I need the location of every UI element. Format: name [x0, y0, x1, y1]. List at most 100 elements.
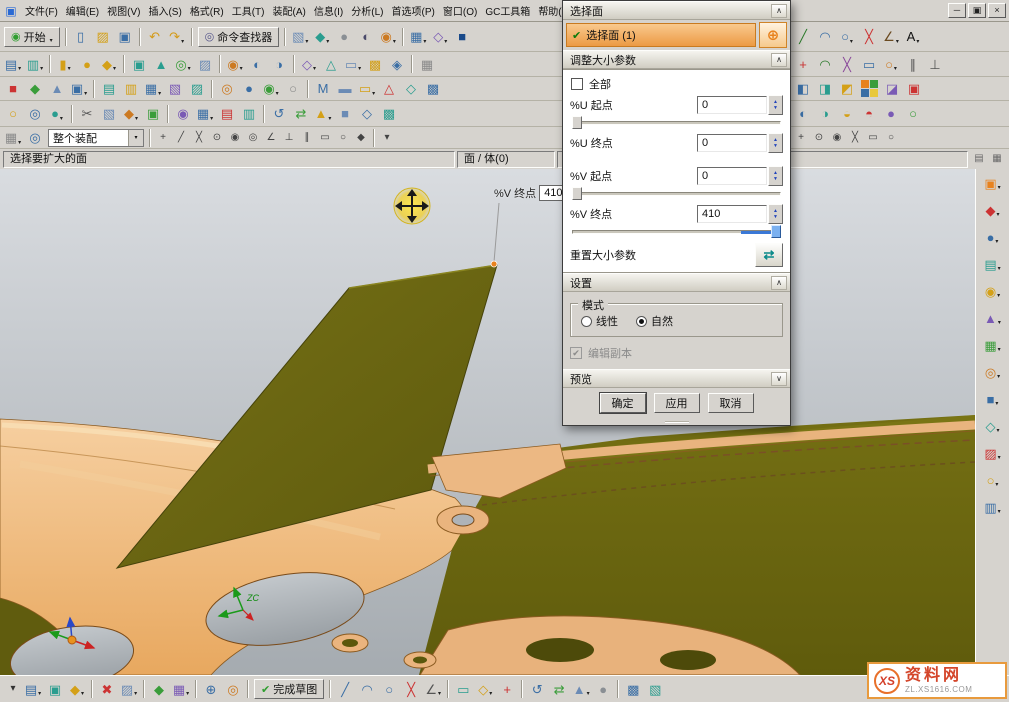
menubar-item[interactable]: 分析(L) — [347, 0, 387, 21]
close-button[interactable]: × — [988, 3, 1006, 18]
display-mode-icon[interactable]: ▧▾ — [290, 27, 310, 47]
param-input[interactable]: 0 — [697, 167, 767, 185]
rotate-view-icon[interactable]: ↺ — [269, 104, 289, 124]
toolbar-icon[interactable]: ▩ — [423, 79, 443, 99]
dialog-section-resize[interactable]: 调整大小参数 ∧ — [563, 50, 790, 69]
collapse-icon[interactable]: ∧ — [771, 276, 787, 290]
expression-icon[interactable]: ▦ — [417, 54, 437, 74]
studio-spline-icon[interactable]: ╳ — [859, 27, 879, 47]
menubar-item[interactable]: 窗口(O) — [439, 0, 481, 21]
orient-view-icon[interactable]: ◆▾ — [312, 27, 332, 47]
project-curve-icon[interactable]: ⊥ — [925, 54, 945, 74]
window-icon[interactable]: ■ — [452, 27, 472, 47]
sketch-line-icon[interactable]: ╱ — [335, 679, 355, 699]
layer-settings-icon[interactable]: ▦▾ — [408, 27, 428, 47]
toolbar-icon[interactable]: ⊙ — [811, 130, 827, 146]
bottom-toolbar-icon[interactable]: ▾ — [5, 681, 21, 697]
menubar-item[interactable]: GC工具箱 — [481, 0, 534, 21]
wireframe-view-icon[interactable]: ◐ — [356, 27, 376, 47]
toolbar-icon[interactable]: ◪ — [882, 79, 902, 99]
snap-circle-icon[interactable]: ○ — [335, 130, 351, 146]
snap-midpoint-icon[interactable]: ◆ — [353, 130, 369, 146]
sketch-circle-icon[interactable]: ○ — [379, 679, 399, 699]
open-file-icon[interactable]: ▨ — [93, 27, 113, 47]
toolbar-icon[interactable]: ▦▾ — [195, 104, 215, 124]
revolve-icon[interactable]: ● — [77, 54, 97, 74]
toolbar-icon[interactable]: ▩ — [379, 104, 399, 124]
finish-sketch-button[interactable]: ✔完成草图 — [254, 679, 324, 699]
menubar-item[interactable]: 视图(V) — [103, 0, 144, 21]
spinner-button[interactable]: ▲▼ — [768, 95, 783, 115]
sketch-arc-icon[interactable]: ◠ — [357, 679, 377, 699]
undo-icon[interactable]: ↶ — [145, 27, 165, 47]
bottom-toolbar-icon[interactable]: ◆ — [149, 679, 169, 699]
bottom-toolbar-icon[interactable]: ▨▾ — [119, 679, 139, 699]
toolbar-icon[interactable]: ◆ — [25, 79, 45, 99]
all-checkbox[interactable] — [571, 78, 583, 90]
dialog-section-select-face[interactable]: 选择面 ∧ — [563, 1, 790, 20]
edge-blend-icon[interactable]: ◇▾ — [299, 54, 319, 74]
toolbar-icon[interactable]: ◇ — [357, 104, 377, 124]
param-input[interactable]: 0 — [697, 134, 767, 152]
bottom-toolbar-icon[interactable]: ▦▾ — [171, 679, 191, 699]
toolbar-icon[interactable]: ○ — [3, 104, 23, 124]
right-toolbar-icon[interactable]: ◇▾ — [981, 416, 1005, 436]
toolbar-icon[interactable]: + — [793, 130, 809, 146]
toolbar-icon[interactable]: ▬ — [335, 79, 355, 99]
bottom-toolbar-icon[interactable]: ∠▾ — [423, 679, 443, 699]
bottom-toolbar-icon[interactable]: ◎ — [223, 679, 243, 699]
shaded-view-icon[interactable]: ● — [334, 27, 354, 47]
spinner-button[interactable]: ▲▼ — [768, 166, 783, 186]
param-input[interactable]: 410 — [697, 205, 767, 223]
toolbar-icon[interactable]: ◩ — [837, 79, 857, 99]
text-icon[interactable]: A▾ — [903, 27, 923, 47]
toolbar-icon[interactable]: ▭ — [865, 130, 881, 146]
general-selection-icon[interactable]: ◎ — [25, 128, 45, 148]
redo-icon[interactable]: ↷▾ — [167, 27, 187, 47]
drag-handle[interactable] — [491, 261, 497, 267]
menubar-item[interactable]: 编辑(E) — [62, 0, 103, 21]
extrude-icon[interactable]: ▮▾ — [55, 54, 75, 74]
new-file-icon[interactable]: ▯ — [71, 27, 91, 47]
spinner-button[interactable]: ▲▼ — [768, 133, 783, 153]
selection-scope-dropdown[interactable]: 整个装配▾ — [48, 129, 144, 147]
wcs-icon[interactable]: ◇▾ — [430, 27, 450, 47]
toolbar-icon[interactable]: ◇ — [401, 79, 421, 99]
snap-arc-center-icon[interactable]: ⊙ — [209, 130, 225, 146]
bottom-toolbar-icon[interactable]: + — [497, 679, 517, 699]
type-filter-icon[interactable]: ▦▾ — [3, 128, 23, 148]
right-toolbar-icon[interactable]: ●▾ — [981, 227, 1005, 247]
param-slider[interactable] — [572, 116, 781, 129]
trim-icon[interactable]: ✂ — [77, 104, 97, 124]
toolbar-icon[interactable]: ◎ — [25, 104, 45, 124]
snap-parallel-icon[interactable]: ∥ — [299, 130, 315, 146]
boss-icon[interactable]: ▲ — [151, 54, 171, 74]
toolbar-icon[interactable]: ○ — [283, 79, 303, 99]
toolbar-icon[interactable]: ▣▾ — [69, 79, 89, 99]
move-component-icon[interactable]: M — [313, 79, 333, 99]
toolbar-icon[interactable]: ◧ — [793, 79, 813, 99]
toolbar-icon[interactable]: ◓ — [859, 104, 879, 124]
minimize-button[interactable]: ─ — [948, 3, 966, 18]
dialog-section-settings[interactable]: 设置 ∧ — [563, 273, 790, 292]
toolbar-icon[interactable]: ▣ — [904, 79, 924, 99]
chevron-down-icon[interactable]: ▾ — [128, 130, 143, 146]
snap-face-icon[interactable]: ▭ — [317, 130, 333, 146]
unite-icon[interactable]: ◉▾ — [225, 54, 245, 74]
thread-icon[interactable]: ▩ — [365, 54, 385, 74]
menubar-item[interactable]: 信息(I) — [310, 0, 347, 21]
toolbar-icon[interactable]: ▲▾ — [313, 104, 333, 124]
right-toolbar-icon[interactable]: ○▾ — [981, 470, 1005, 490]
slider-thumb[interactable] — [572, 187, 582, 200]
right-toolbar-icon[interactable]: ▲▾ — [981, 308, 1005, 328]
subtract-icon[interactable]: ◐ — [247, 54, 267, 74]
toolbar-icon[interactable]: ▧ — [165, 79, 185, 99]
command-finder-button[interactable]: ◎命令查找器 — [198, 27, 280, 47]
graphics-window[interactable]: ZC — [0, 169, 975, 675]
toolbar-icon[interactable]: ╳ — [847, 130, 863, 146]
toolbar-icon[interactable]: ●▾ — [47, 104, 67, 124]
param-input[interactable]: 0 — [697, 96, 767, 114]
apply-button[interactable]: 应用 — [654, 393, 700, 413]
toolbar-icon[interactable]: ▧ — [99, 104, 119, 124]
rotate-icon[interactable]: ↺ — [527, 679, 547, 699]
